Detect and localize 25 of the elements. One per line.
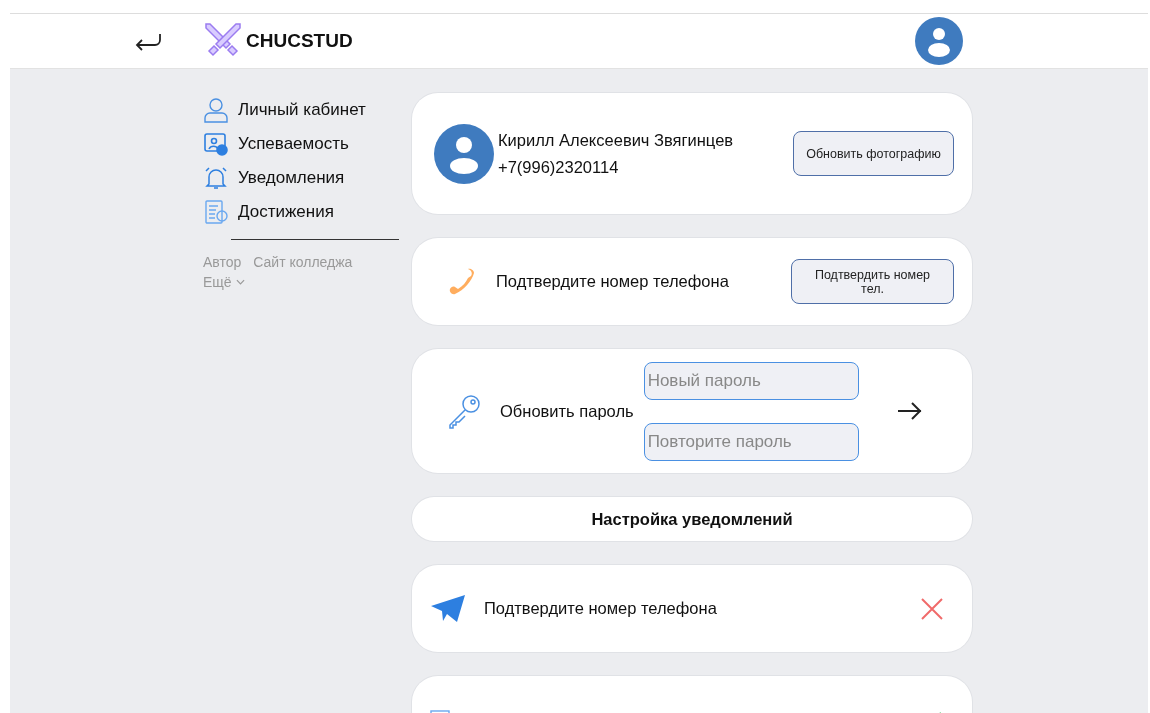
bell-icon <box>203 165 229 191</box>
person-icon <box>203 97 229 123</box>
notifications-settings-title: Настройка уведомлений <box>591 509 793 529</box>
user-avatar-icon <box>434 123 494 184</box>
user-avatar-icon[interactable] <box>914 17 963 65</box>
back-arrow-icon[interactable] <box>134 31 162 51</box>
update-photo-button[interactable]: Обновить фотографию <box>793 131 954 176</box>
notification-channel-text: Подтвердите номер телефона <box>484 599 718 618</box>
password-field[interactable]: Новый пароль <box>643 361 859 400</box>
key-icon <box>446 393 482 429</box>
sidebar-item[interactable]: Личный кабинет <box>203 93 399 127</box>
user-phone: +7(996)2320114 <box>498 157 620 177</box>
password-field[interactable]: Повторите пароль <box>643 422 859 461</box>
caret-down-icon <box>235 279 245 285</box>
sidebar-item[interactable]: Уведомления <box>203 161 399 195</box>
user-name: Кирилл Алексеевич Звягинцев <box>498 130 735 150</box>
arrow-right-icon[interactable] <box>896 401 923 421</box>
confirm-phone-text: Подтвердите номер телефона <box>496 272 730 291</box>
confirm-phone-button[interactable]: Подтвердить номер тел. <box>791 259 954 304</box>
paper-plane-icon <box>430 593 466 624</box>
sidebar-item[interactable]: Успеваемость <box>203 127 399 161</box>
checklist-icon <box>203 199 229 225</box>
update-password-text: Обновить пароль <box>500 401 634 421</box>
sidebar-item[interactable]: Достижения <box>203 195 399 229</box>
brand-name: CHUCSTUD <box>246 30 353 52</box>
